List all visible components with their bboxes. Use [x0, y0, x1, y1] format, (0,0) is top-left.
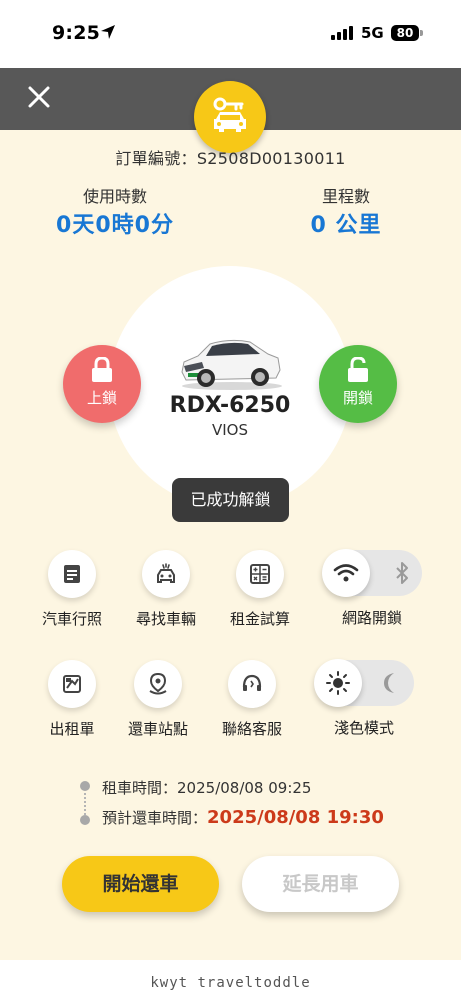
feature-label: 聯絡客服 [221, 720, 282, 738]
return-time-row: 預計還車時間：2025/08/08 19:30 [102, 807, 384, 828]
status-time: 9:25 [52, 22, 101, 44]
rent-time-row: 租車時間：2025/08/08 09:25 [102, 777, 311, 798]
feature-label: 還車站點 [127, 720, 188, 738]
car-plate: RDX-6250 [169, 393, 291, 418]
watermark: kwyt traveltoddle [150, 975, 311, 991]
timeline-dot-start [80, 781, 90, 791]
lock-label: 上鎖 [86, 389, 117, 407]
battery-tip [420, 30, 423, 36]
rental-form-button[interactable] [48, 660, 96, 708]
feature-label: 尋找車輛 [135, 610, 196, 628]
toast-message: 已成功解鎖 [172, 478, 289, 522]
light-mode-toggle[interactable] [314, 659, 414, 707]
location-pin-icon [149, 672, 167, 695]
feature-contact-service[interactable]: 聯絡客服 [202, 660, 302, 739]
car-key-badge [194, 81, 266, 153]
order-value: S2508D00130011 [196, 149, 346, 168]
car-horn-icon [157, 563, 175, 583]
feature-rental-form[interactable]: 出租單 [22, 660, 122, 739]
location-arrow-icon [101, 25, 115, 39]
network-unlock-toggle[interactable] [322, 549, 422, 597]
feature-rent-calc[interactable]: 租金試算 [210, 550, 310, 629]
return-time-value: 2025/08/08 19:30 [207, 807, 384, 828]
order-number: 訂單編號：S2508D00130011 [0, 145, 461, 169]
status-bar: 9:25 5G 80 [0, 0, 461, 68]
mileage-label: 里程數 [321, 187, 370, 206]
toggle-knob [322, 549, 370, 597]
rent-time-label: 租車時間： [102, 779, 178, 797]
calculator-icon [250, 564, 270, 584]
unlock-button[interactable]: 開鎖 [319, 345, 397, 423]
license-button[interactable] [48, 550, 96, 598]
toggle-knob [314, 659, 362, 707]
unlock-icon [348, 357, 368, 382]
mileage-value: 0 公里 [310, 213, 382, 238]
feature-label: 汽車行照 [41, 610, 102, 628]
signal-icon [331, 25, 353, 40]
timeline-connector [84, 793, 86, 815]
sun-icon [326, 671, 350, 695]
unlock-label: 開鎖 [342, 389, 373, 407]
usage-value: 0天0時0分 [56, 213, 174, 238]
feature-find-car[interactable]: 尋找車輛 [116, 550, 216, 629]
start-return-button[interactable]: 開始還車 [62, 856, 219, 912]
lock-button[interactable]: 上鎖 [63, 345, 141, 423]
extend-rental-button[interactable]: 延長用車 [242, 856, 399, 912]
bluetooth-icon [396, 562, 408, 584]
feature-return-station[interactable]: 還車站點 [108, 660, 208, 739]
find-car-button[interactable] [142, 550, 190, 598]
network-type: 5G [361, 24, 384, 42]
car-model: VIOS [211, 421, 248, 439]
headset-icon [242, 674, 262, 691]
battery-icon: 80 [391, 25, 419, 41]
feature-label: 租金試算 [229, 610, 290, 628]
return-time-label: 預計還車時間： [102, 809, 208, 827]
feature-label: 出租單 [49, 720, 95, 738]
lock-icon [92, 357, 112, 382]
wifi-icon [333, 564, 359, 582]
timeline-dot-end [80, 815, 90, 825]
feature-license[interactable]: 汽車行照 [22, 550, 122, 629]
return-station-button[interactable] [134, 660, 182, 708]
car-key-icon [213, 97, 246, 132]
car-image [181, 339, 282, 390]
usage-label: 使用時數 [82, 187, 147, 206]
feature-label: 網路開鎖 [341, 609, 402, 627]
close-icon[interactable] [26, 84, 52, 110]
document-icon [64, 565, 80, 583]
rent-calc-button[interactable] [236, 550, 284, 598]
contact-service-button[interactable] [228, 660, 276, 708]
rental-form-icon [63, 675, 81, 693]
feature-label: 淺色模式 [333, 719, 394, 737]
rent-time-value: 2025/08/08 09:25 [177, 779, 312, 797]
moon-icon [384, 673, 394, 693]
order-label: 訂單編號： [115, 149, 197, 168]
